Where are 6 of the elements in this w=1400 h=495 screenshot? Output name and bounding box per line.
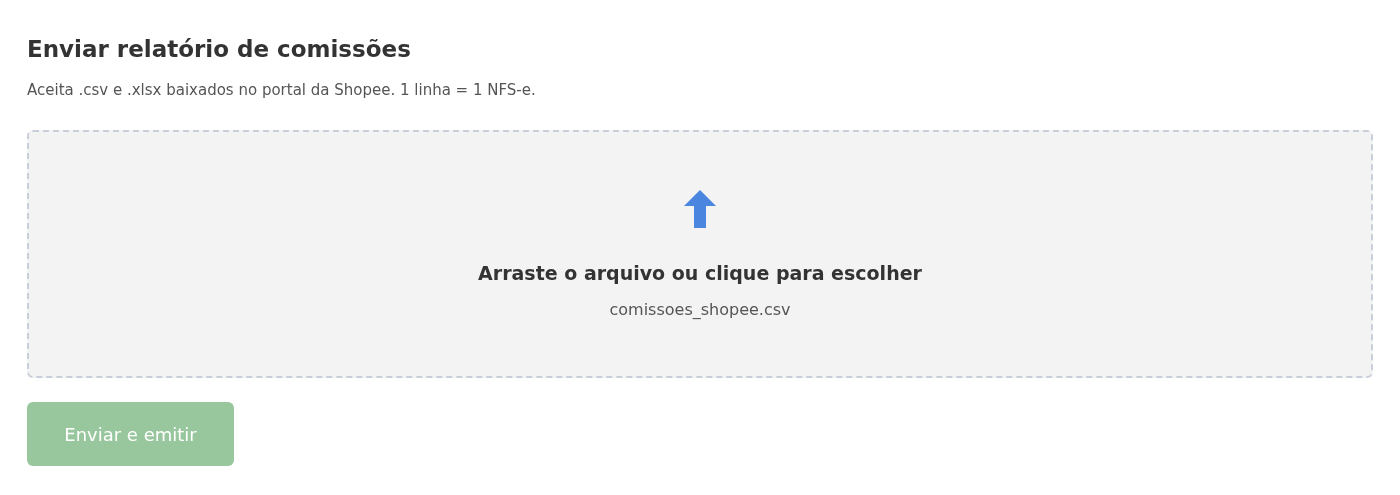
file-name: comissoes_shopee.csv xyxy=(609,300,791,319)
page-title: Enviar relatório de comissões xyxy=(27,35,412,64)
upload-arrow-icon xyxy=(684,190,716,228)
file-dropzone[interactable]: Arraste o arquivo ou clique para escolher comissoes_shopee.csv xyxy=(27,130,1373,378)
page-subtitle: Aceita .csv e .xlsx baixados no portal da Shopee. 1 linha = 1 NFS-e. xyxy=(27,80,537,100)
dropzone-prompt: Arraste o arquivo ou clique para escolher xyxy=(478,262,922,284)
